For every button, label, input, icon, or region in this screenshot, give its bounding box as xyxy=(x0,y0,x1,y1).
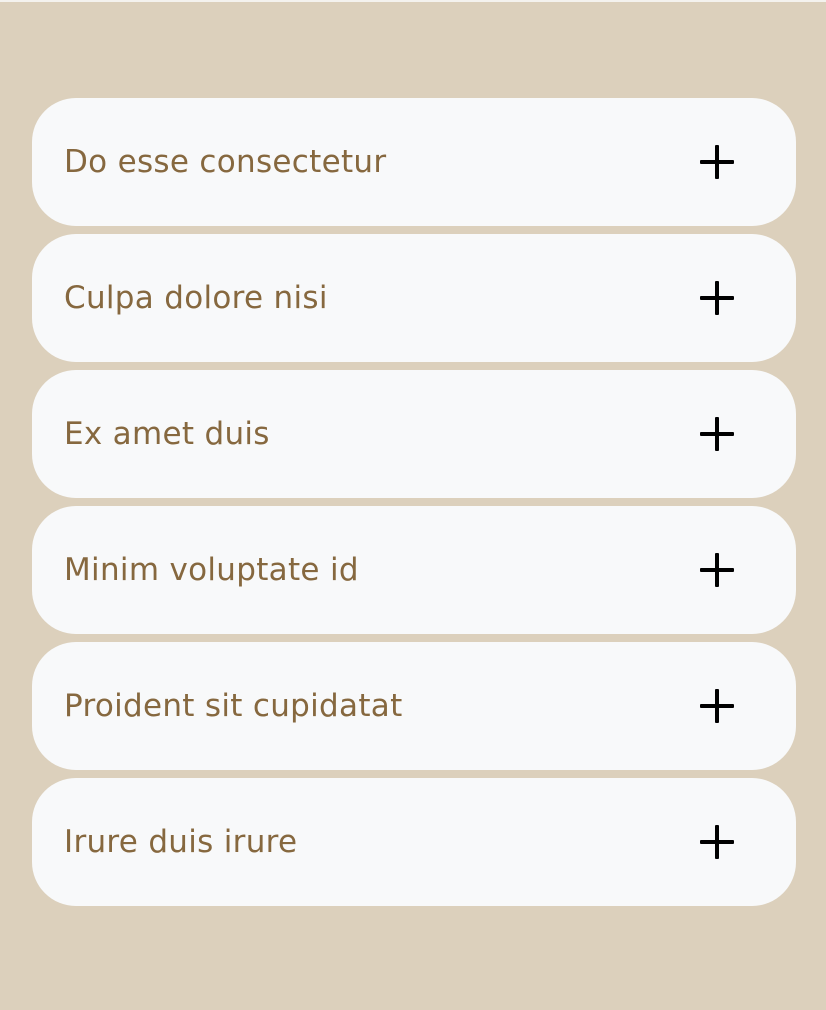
plus-icon[interactable] xyxy=(700,553,734,587)
faq-question: Ex amet duis xyxy=(64,416,270,452)
faq-question: Proident sit cupidatat xyxy=(64,688,403,724)
plus-icon[interactable] xyxy=(700,145,734,179)
faq-item[interactable]: Culpa dolore nisi xyxy=(32,234,796,362)
faq-item[interactable]: Proident sit cupidatat xyxy=(32,642,796,770)
plus-icon[interactable] xyxy=(700,417,734,451)
faq-question: Minim voluptate id xyxy=(64,552,359,588)
faq-question: Irure duis irure xyxy=(64,824,298,860)
faq-item[interactable]: Minim voluptate id xyxy=(32,506,796,634)
faq-item[interactable]: Ex amet duis xyxy=(32,370,796,498)
faq-item[interactable]: Irure duis irure xyxy=(32,778,796,906)
plus-icon[interactable] xyxy=(700,281,734,315)
faq-question: Culpa dolore nisi xyxy=(64,280,328,316)
faq-item[interactable]: Do esse consectetur xyxy=(32,98,796,226)
plus-icon[interactable] xyxy=(700,825,734,859)
top-divider xyxy=(0,0,826,2)
faq-accordion: Do esse consectetur Culpa dolore nisi Ex… xyxy=(32,98,796,914)
faq-question: Do esse consectetur xyxy=(64,144,387,180)
plus-icon[interactable] xyxy=(700,689,734,723)
